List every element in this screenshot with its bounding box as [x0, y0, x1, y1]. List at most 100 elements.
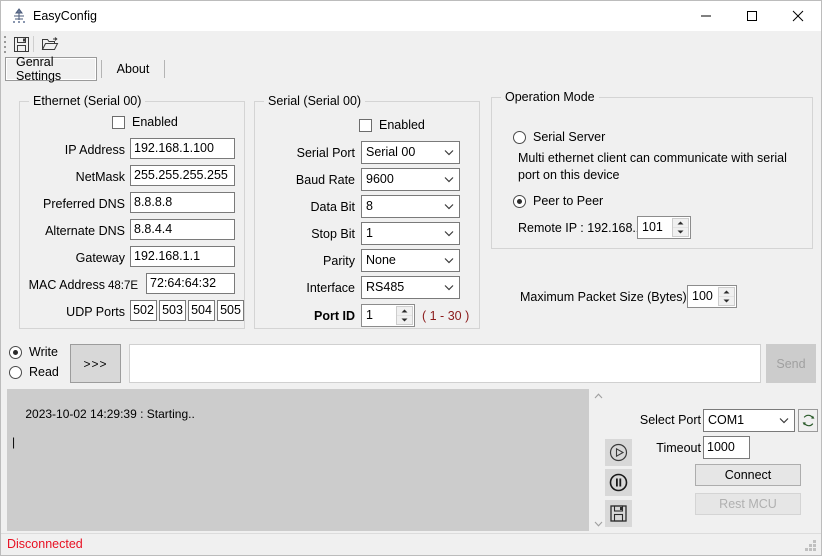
title-bar: EasyConfig: [1, 1, 821, 31]
remote-ip-stepper[interactable]: 101: [637, 216, 691, 239]
udp-port-2-input[interactable]: 503: [159, 300, 186, 321]
execute-arrow-button[interactable]: >>>: [70, 344, 121, 383]
udp-ports-label: UDP Ports: [66, 305, 125, 319]
udp-port-3-input[interactable]: 504: [188, 300, 215, 321]
arrow-button-label: >>>: [83, 356, 108, 371]
tab-genral-settings[interactable]: Genral Settings: [5, 55, 97, 83]
remote-ip-label: Remote IP : 192.168.1.: [518, 221, 647, 235]
command-input[interactable]: [129, 344, 761, 383]
radio-ring: [9, 345, 22, 359]
serial-port-select[interactable]: Serial 00: [361, 141, 460, 164]
baud-rate-select[interactable]: 9600: [361, 168, 460, 191]
chevron-down-icon: [444, 250, 454, 271]
refresh-icon[interactable]: [798, 409, 818, 432]
tab-about[interactable]: About: [106, 57, 160, 81]
gateway-label: Gateway: [75, 251, 125, 265]
timeout-input[interactable]: 1000: [703, 436, 750, 459]
max-packet-size-stepper[interactable]: 100: [687, 285, 737, 308]
save-floppy-icon[interactable]: [605, 500, 632, 527]
radio-ring: [513, 194, 526, 208]
interface-label: Interface: [306, 281, 355, 295]
tab-label: About: [116, 62, 150, 76]
select-value: 1: [366, 226, 373, 240]
window-title: EasyConfig: [33, 9, 97, 23]
udp-port-1-input[interactable]: 502: [130, 300, 157, 321]
operation-mode-group: Operation Mode Serial Server Multi ether…: [491, 90, 813, 249]
status-text: Disconnected: [7, 537, 83, 551]
log-scrollbar[interactable]: [591, 389, 605, 531]
parity-label: Parity: [323, 254, 355, 268]
netmask-label: NetMask: [75, 170, 125, 184]
scrollbar-up-arrow[interactable]: [591, 389, 605, 403]
gateway-input[interactable]: 192.168.1.1: [130, 246, 235, 267]
log-line: 2023-10-02 14:29:39 : Starting..: [25, 407, 195, 421]
stepper-down-arrow[interactable]: [719, 297, 734, 305]
stepper-up-arrow[interactable]: [397, 307, 412, 316]
port-id-label: Port ID: [314, 309, 355, 323]
serial-server-description: Multi ethernet client can communicate wi…: [518, 151, 787, 182]
serial-enabled-checkbox[interactable]: Enabled: [359, 118, 425, 132]
checkbox-box: [359, 118, 372, 132]
reset-mcu-button[interactable]: Rest MCU: [695, 493, 801, 515]
log-output[interactable]: 2023-10-02 14:29:39 : Starting.. |: [7, 389, 589, 531]
stepper-up-arrow[interactable]: [719, 288, 734, 297]
alternate-dns-label: Alternate DNS: [45, 224, 125, 238]
stepper-down-arrow[interactable]: [397, 316, 412, 324]
open-folder-icon[interactable]: [39, 34, 61, 55]
stepper-value: 101: [642, 220, 663, 234]
radio-read[interactable]: Read: [9, 365, 59, 379]
preferred-dns-input[interactable]: 8.8.8.8: [130, 192, 235, 213]
play-circle-icon[interactable]: [605, 439, 632, 466]
udp-port-4-input[interactable]: 505: [217, 300, 244, 321]
radio-write[interactable]: Write: [9, 345, 58, 359]
ip-address-input[interactable]: 192.168.1.100: [130, 138, 235, 159]
toolbar-separator: [33, 36, 34, 52]
toolbar-grip[interactable]: [4, 36, 7, 53]
toolbar: [1, 31, 821, 57]
alternate-dns-input[interactable]: 8.8.4.4: [130, 219, 235, 240]
radio-serial-server[interactable]: Serial Server: [513, 130, 605, 144]
netmask-input[interactable]: 255.255.255.255: [130, 165, 235, 186]
tab-divider: [164, 60, 165, 78]
tab-divider: [101, 60, 102, 78]
stop-bit-select[interactable]: 1: [361, 222, 460, 245]
send-button[interactable]: Send: [766, 344, 816, 383]
stepper-arrows[interactable]: [396, 306, 413, 325]
mac-address-input[interactable]: 72:64:64:32: [146, 273, 235, 294]
mac-address-prefix: 48:7E: [108, 280, 139, 292]
interface-select[interactable]: RS485: [361, 276, 460, 299]
stepper-arrows[interactable]: [672, 218, 689, 237]
ethernet-enabled-checkbox[interactable]: Enabled: [112, 115, 178, 129]
chevron-down-icon: [444, 277, 454, 298]
select-port-dropdown[interactable]: COM1: [703, 409, 795, 432]
minimize-button[interactable]: [683, 1, 729, 31]
maximize-button[interactable]: [729, 1, 775, 31]
save-floppy-icon[interactable]: [10, 34, 32, 55]
data-bit-select[interactable]: 8: [361, 195, 460, 218]
scrollbar-down-arrow[interactable]: [591, 517, 605, 531]
select-port-label: Select Port: [639, 413, 701, 427]
radio-ring: [513, 130, 526, 144]
ethernet-group: Ethernet (Serial 00) Enabled IP Address …: [19, 94, 245, 329]
close-button[interactable]: [775, 1, 821, 31]
connect-button[interactable]: Connect: [695, 464, 801, 486]
stepper-down-arrow[interactable]: [673, 228, 688, 236]
stepper-up-arrow[interactable]: [673, 219, 688, 228]
radio-peer-to-peer[interactable]: Peer to Peer: [513, 194, 603, 208]
select-value: RS485: [366, 280, 405, 294]
stepper-arrows[interactable]: [718, 287, 735, 306]
parity-select[interactable]: None: [361, 249, 460, 272]
port-id-stepper[interactable]: 1: [361, 304, 415, 327]
select-value: Serial 00: [366, 145, 416, 159]
pause-circle-icon[interactable]: [605, 469, 632, 496]
checkbox-box: [112, 115, 125, 129]
send-button-label: Send: [776, 356, 806, 371]
resize-grip[interactable]: [805, 540, 817, 552]
operation-mode-legend: Operation Mode: [501, 90, 599, 104]
select-value: 8: [366, 199, 373, 213]
chevron-down-icon: [444, 169, 454, 190]
ip-address-label: IP Address: [64, 143, 125, 157]
select-value: None: [366, 253, 396, 267]
timeout-label: Timeout: [656, 441, 701, 455]
chevron-down-icon: [779, 410, 789, 431]
